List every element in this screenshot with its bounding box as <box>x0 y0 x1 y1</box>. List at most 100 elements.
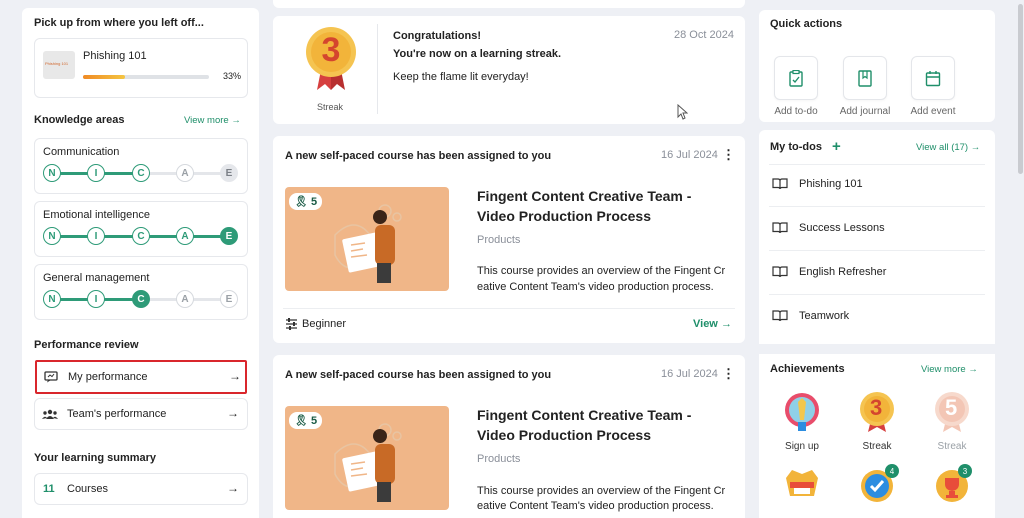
book-icon <box>772 266 788 278</box>
checklist-icon <box>789 70 803 87</box>
course-badge-count: 5 <box>311 196 318 208</box>
arrow-right-icon: → <box>229 369 241 383</box>
streak-divider <box>377 24 378 114</box>
streak-3-medal-number: 3 <box>870 395 883 420</box>
team-performance-button[interactable]: Team's performance → <box>34 398 248 430</box>
continue-course-card[interactable]: Phishing 101 Phishing 101 33% <box>34 38 248 98</box>
course-progress-fill <box>83 75 125 79</box>
section-gap <box>759 344 995 354</box>
add-todo-plus-icon[interactable]: + <box>832 138 841 155</box>
more-options-icon[interactable]: ⋮ <box>722 147 735 163</box>
course-title-line2[interactable]: Video Production Process <box>477 208 651 224</box>
journal-icon <box>858 70 872 87</box>
level-a: A <box>176 290 194 308</box>
thumbnail-caption: Phishing 101 <box>45 61 69 66</box>
top-scroll-edge <box>273 0 745 8</box>
knowledge-title: Knowledge areas <box>34 114 125 126</box>
add-journal-label: Add journal <box>839 106 891 117</box>
scrollbar-thumb[interactable] <box>1018 4 1023 174</box>
knowledge-area-name: Emotional intelligence <box>43 209 151 221</box>
level-e: E <box>220 290 238 308</box>
level-n: N <box>43 227 61 245</box>
level-n: N <box>43 164 61 182</box>
knowledge-area-general-management[interactable]: General management N I C A E <box>34 264 248 320</box>
achievement-label: Streak <box>937 441 967 452</box>
course-title-line1[interactable]: Fingent Content Creative Team - <box>477 188 691 204</box>
arrow-right-icon: → <box>970 142 981 153</box>
course-badge: 🎗 5 <box>289 412 323 429</box>
todos-view-all[interactable]: View all (17) → <box>916 142 980 153</box>
level-i: I <box>87 290 105 308</box>
courses-summary-row[interactable]: 11 Courses → <box>34 473 248 505</box>
streak-date: 28 Oct 2024 <box>674 29 734 41</box>
level-a: A <box>176 227 194 245</box>
more-options-icon[interactable]: ⋮ <box>722 366 735 382</box>
streak-subheading: You're now on a learning streak. <box>393 48 562 60</box>
todos-title: My to-dos <box>770 141 822 153</box>
summary-title: Your learning summary <box>34 452 157 464</box>
left-panel: Pick up from where you left off... Phish… <box>22 8 259 518</box>
level-c: C <box>132 227 150 245</box>
knowledge-area-communication[interactable]: Communication N I C A E <box>34 138 248 194</box>
chat-chart-icon <box>44 371 58 383</box>
level-e: E <box>220 227 238 245</box>
achievements-view-more[interactable]: View more → <box>921 364 978 375</box>
course-description-line1: This course provides an overview of the … <box>477 485 726 497</box>
arrow-right-icon: → <box>720 318 732 330</box>
course-progress-label: 33% <box>223 71 242 81</box>
todos-achievements-panel: My to-dos + View all (17) → Phishing 101… <box>759 130 995 518</box>
todo-label: Phishing 101 <box>799 178 863 190</box>
level-c: C <box>132 164 150 182</box>
add-journal-button[interactable] <box>843 56 887 100</box>
course-thumbnail: Phishing 101 <box>43 51 75 79</box>
knowledge-area-name: General management <box>43 272 150 284</box>
view-course-link[interactable]: View → <box>693 318 732 330</box>
streak-card: 3 Streak Congratulations! You're now on … <box>273 16 745 124</box>
ribbon-icon: 🎗 <box>294 196 308 208</box>
team-performance-label: Team's performance <box>67 408 167 420</box>
course-thumbnail[interactable]: 🎗 5 <box>285 187 449 291</box>
streak-heading: Congratulations! <box>393 30 481 42</box>
course-description-line2: eative Content Team's video production p… <box>477 281 714 293</box>
level-c: C <box>132 290 150 308</box>
courses-count: 11 <box>43 483 55 495</box>
my-performance-label: My performance <box>68 371 148 383</box>
knowledge-area-emotional-intelligence[interactable]: Emotional intelligence N I C A E <box>34 201 248 257</box>
quick-actions-title: Quick actions <box>770 18 843 30</box>
streak-5-medal-number: 5 <box>945 395 958 420</box>
course-thumbnail[interactable]: 🎗 5 <box>285 406 449 510</box>
course-badge: 🎗 5 <box>289 193 323 210</box>
book-icon <box>772 178 788 190</box>
arrow-right-icon: → <box>968 364 978 375</box>
knowledge-view-more[interactable]: View more → <box>184 115 241 126</box>
course-level: Beginner <box>302 318 347 330</box>
streak-body: Keep the flame lit everyday! <box>393 71 529 83</box>
todos-view-all-label: View all (17) <box>916 142 969 153</box>
signup-medal-icon[interactable] <box>784 392 820 432</box>
course-description-line2: eative Content Team's video production p… <box>477 500 714 512</box>
course-title-line1[interactable]: Fingent Content Creative Team - <box>477 407 691 423</box>
card-header: A new self-paced course has been assigne… <box>285 369 552 381</box>
level-n: N <box>43 290 61 308</box>
add-event-button[interactable] <box>911 56 955 100</box>
page-scrollbar[interactable] <box>1016 0 1024 518</box>
trophy-medal-icon[interactable] <box>784 466 820 506</box>
course-progress-bar <box>83 75 209 79</box>
achievement-count-badge: 4 <box>885 464 899 478</box>
achievement-label: Streak <box>862 441 892 452</box>
level-e: E <box>220 164 238 182</box>
knowledge-area-name: Communication <box>43 146 120 158</box>
achievements-view-more-label: View more <box>921 364 966 375</box>
todo-divider <box>769 294 985 295</box>
mouse-cursor-icon <box>677 104 688 120</box>
knowledge-view-more-label: View more <box>184 115 229 126</box>
arrow-right-icon: → <box>227 481 239 495</box>
course-description-line1: This course provides an overview of the … <box>477 265 726 277</box>
course-badge-count: 5 <box>311 415 318 427</box>
ribbon-icon: 🎗 <box>294 415 308 427</box>
course-category: Products <box>477 234 521 246</box>
arrow-right-icon: → <box>231 115 241 126</box>
add-todo-button[interactable] <box>774 56 818 100</box>
my-performance-button[interactable]: My performance → <box>35 360 247 394</box>
course-title-line2[interactable]: Video Production Process <box>477 427 651 443</box>
